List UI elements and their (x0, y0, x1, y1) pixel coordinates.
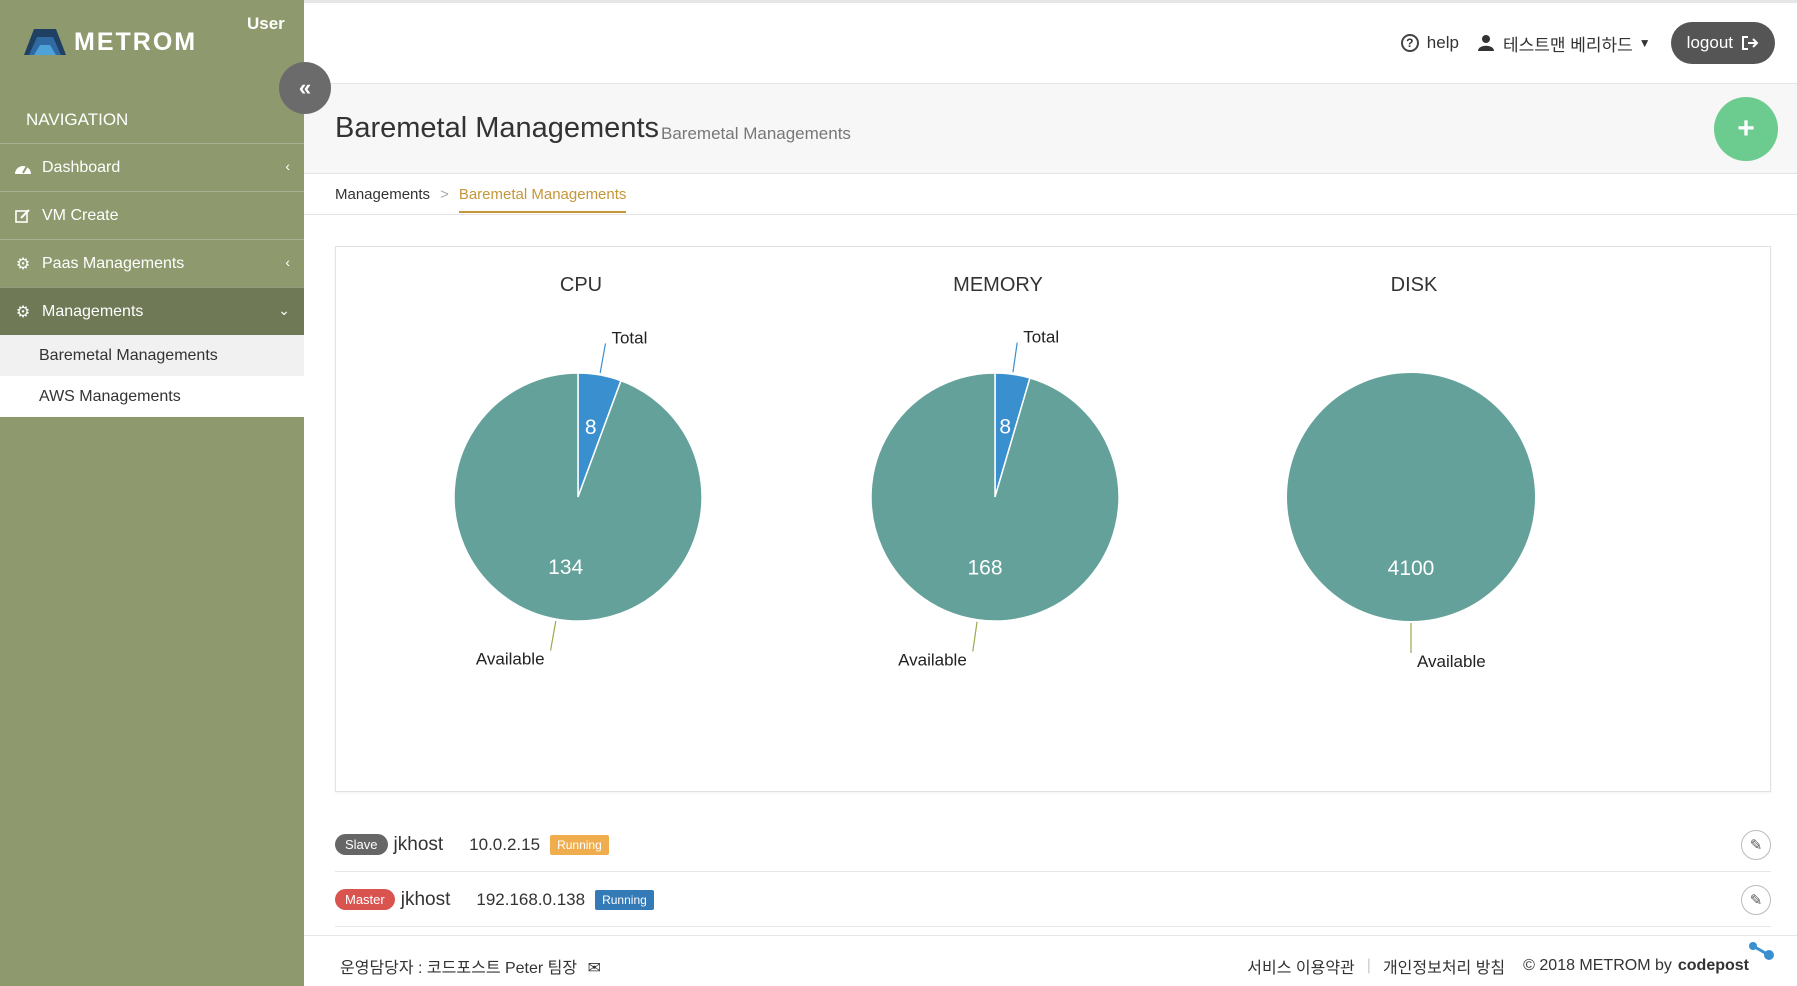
charts-svg: CPU 8 Total 134 Available MEMORY 8 Total 168 Avai… (453, 274, 1535, 671)
page-subtitle: Baremetal Managements (661, 124, 851, 143)
slice-name-label: Available (898, 650, 967, 669)
gear-icon: ⚙ (15, 255, 31, 273)
help-link[interactable]: ? help (1400, 33, 1459, 53)
copyright: © 2018 METROM by (1523, 957, 1672, 974)
host-ip: 10.0.2.15 (469, 834, 541, 854)
breadcrumb-divider (304, 214, 1797, 215)
brand-name: METROM (74, 27, 198, 56)
host-name: jkhost (393, 833, 444, 855)
slice-leader-line (549, 620, 557, 651)
breadcrumb-managements[interactable]: Managements (335, 186, 430, 203)
header-actions: ? help 테스트맨 베리하드 ▼ logout (1400, 21, 1775, 65)
privacy-link[interactable]: 개인정보처리 방침 (1383, 954, 1505, 978)
edit-icon (12, 208, 34, 224)
edit-host-button[interactable]: ✎ (1741, 885, 1771, 915)
sidebar-nav: Dashboard ‹ VM Create ⚙ Paas Managements… (0, 143, 304, 417)
sidebar-item-paas-managements[interactable]: ⚙ Paas Managements ‹ (0, 239, 304, 287)
role-badge: Slave (335, 834, 388, 855)
sidebar-item-label: Dashboard (42, 158, 121, 176)
chevron-left-icon: ‹ (285, 254, 290, 270)
sidebar-item-label: Managements (42, 302, 144, 320)
slice-name-label: Total (1023, 328, 1059, 347)
sidebar-subitem-aws[interactable]: AWS Managements (0, 376, 304, 417)
chart-title: DISK (1391, 274, 1438, 296)
user-menu-dropdown[interactable]: 테스트맨 베리하드 ▼ (1477, 31, 1651, 56)
logout-label: logout (1686, 33, 1733, 52)
sidebar-subitem-label: Baremetal Managements (39, 346, 218, 364)
host-row[interactable]: Master jkhost 192.168.0.138 Running ✎ (335, 873, 1771, 927)
logout-button[interactable]: logout (1670, 22, 1775, 64)
pie-slice-available (1287, 373, 1535, 621)
help-label: help (1426, 33, 1459, 52)
page-header: Baremetal Managements Baremetal Manageme… (304, 84, 1797, 174)
gear-icon: ⚙ (15, 303, 31, 321)
nav-title: NAVIGATION (26, 110, 129, 129)
footer-links: 서비스 이용약관 | 개인정보처리 방침 © 2018 METROM by co… (1247, 954, 1749, 978)
slice-value-label: 4100 (1388, 557, 1435, 580)
double-chevron-left-icon: « (298, 75, 312, 100)
question-icon: ? (1400, 34, 1419, 52)
status-badge: Running (550, 834, 609, 855)
sidebar-item-vm-create[interactable]: VM Create (0, 191, 304, 239)
host-row[interactable]: Slave jkhost 10.0.2.15 Running ✎ (335, 818, 1771, 872)
sidebar-subitem-label: AWS Managements (39, 387, 181, 405)
edit-host-button[interactable]: ✎ (1741, 830, 1771, 860)
edit-icon: ✎ (1749, 892, 1763, 909)
slice-value-label: 134 (548, 556, 583, 579)
logo-icon (24, 29, 66, 55)
slice-name-label: Available (476, 650, 545, 669)
sign-out-icon (1742, 36, 1759, 50)
sidebar-item-label: Paas Managements (42, 254, 185, 272)
collapse-sidebar-button[interactable]: « (279, 62, 331, 114)
edit-icon: ✎ (1749, 837, 1763, 854)
dashboard-icon (12, 161, 34, 175)
resource-charts-panel: CPU 8 Total 134 Available MEMORY 8 Total 168 Avai… (335, 246, 1771, 792)
slice-leader-line (972, 621, 978, 652)
chevron-left-icon: ‹ (285, 158, 290, 174)
manager-text: 운영담당자 : 코드포스트 Peter 팀장 (340, 960, 578, 977)
user-label: User (247, 14, 285, 33)
chart-title: CPU (560, 274, 602, 296)
status-badge: Running (595, 889, 654, 910)
envelope-icon[interactable]: ✉ (588, 960, 601, 977)
page-title: Baremetal Managements (335, 112, 659, 144)
slice-value-label: 8 (585, 416, 597, 439)
breadcrumb-separator: > (440, 186, 449, 203)
slice-name-label: Total (611, 328, 647, 347)
slice-leader-line (599, 343, 607, 374)
host-ip: 192.168.0.138 (476, 889, 586, 909)
slice-value-label: 168 (968, 556, 1003, 579)
user-icon (1477, 35, 1494, 51)
breadcrumb-current[interactable]: Baremetal Managements (458, 176, 627, 213)
add-button[interactable]: + (1714, 97, 1778, 161)
role-badge: Master (335, 889, 395, 910)
pie-slice-available (453, 372, 703, 622)
host-name: jkhost (400, 888, 451, 910)
caret-down-icon: ▼ (1638, 36, 1651, 50)
sidebar-item-managements[interactable]: ⚙ Managements ⌄ (0, 287, 304, 335)
sidebar: METROM User NAVIGATION Dashboard ‹ VM Cr… (0, 0, 304, 986)
chart-title: MEMORY (953, 274, 1043, 296)
footer-manager: 운영담당자 : 코드포스트 Peter 팀장 ✉ (340, 954, 601, 978)
slice-leader-line (1012, 342, 1018, 373)
codepost-logo-icon (1749, 942, 1774, 960)
pie-slice-available (870, 372, 1120, 622)
terms-link[interactable]: 서비스 이용약관 (1247, 954, 1355, 978)
codepost-brand: codepost (1677, 957, 1749, 974)
brand-logo[interactable]: METROM (20, 22, 197, 62)
footer: 운영담당자 : 코드포스트 Peter 팀장 ✉ 서비스 이용약관 | 개인정보… (304, 935, 1797, 986)
slice-name-label: Available (1417, 652, 1486, 671)
user-name: 테스트맨 베리하드 (1502, 35, 1633, 55)
breadcrumb: Managements > Baremetal Managements (335, 174, 627, 215)
sidebar-item-label: VM Create (42, 206, 119, 224)
plus-icon: + (1737, 112, 1755, 145)
sidebar-item-dashboard[interactable]: Dashboard ‹ (0, 143, 304, 191)
chevron-down-icon: ⌄ (278, 302, 290, 318)
sidebar-subitem-baremetal[interactable]: Baremetal Managements (0, 335, 304, 376)
footer-separator: | (1366, 957, 1371, 974)
slice-value-label: 8 (999, 416, 1011, 439)
top-header: ? help 테스트맨 베리하드 ▼ logout (304, 0, 1797, 84)
